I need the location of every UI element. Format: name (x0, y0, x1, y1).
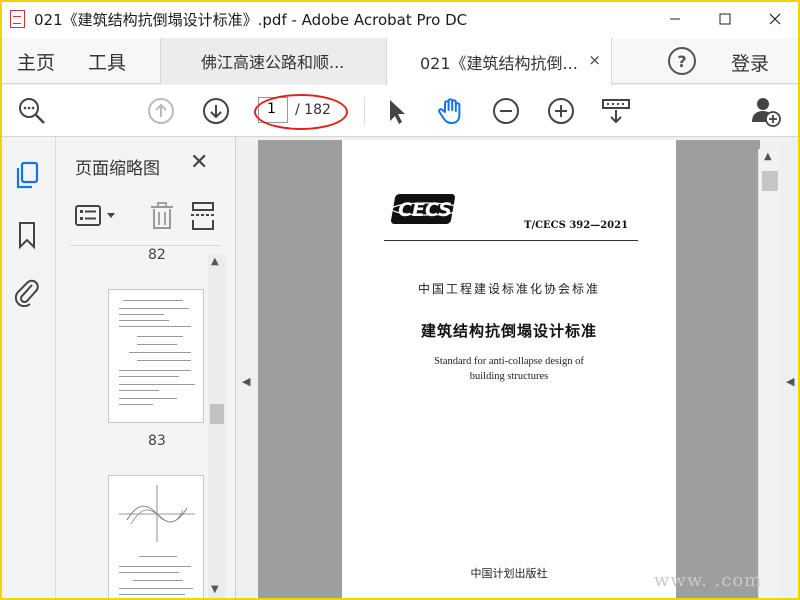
acrobat-app-icon (8, 8, 28, 30)
tab-document-2[interactable]: 021《建筑结构抗倒... × (386, 38, 612, 85)
cecs-logo-text: CECS (398, 199, 452, 221)
thumbnails-panel-title: 页面缩略图 (75, 159, 160, 179)
bookmarks-panel-button[interactable] (12, 220, 42, 250)
close-window-button[interactable] (750, 0, 800, 38)
tab-document-1-label: 佛江高速公路和顺... (201, 53, 345, 72)
select-arrow-icon (390, 100, 405, 124)
zoom-search-button[interactable] (16, 95, 48, 127)
document-scroll-thumb[interactable] (762, 171, 778, 191)
hand-tool-button[interactable] (435, 95, 467, 127)
page-extract-icon (191, 202, 215, 230)
collapse-left-panel-icon[interactable]: ◀ (242, 375, 250, 388)
title-en-line-1: Standard for anti-collapse design of (434, 356, 584, 367)
maximize-icon (719, 13, 731, 25)
thumbnail-page-label: 83 (148, 433, 166, 449)
zoom-in-button[interactable] (545, 95, 577, 127)
cecs-logo: CECS (391, 194, 460, 224)
zoom-search-icon (19, 98, 45, 124)
tab-close-icon[interactable]: × (588, 51, 601, 69)
attachments-panel-button[interactable] (12, 277, 42, 307)
thumbnails-scroll-thumb[interactable] (210, 404, 224, 424)
watermark: www. .com (654, 570, 763, 591)
collapse-right-panel-icon[interactable]: ◀ (786, 375, 794, 388)
extract-page-button[interactable] (189, 201, 217, 231)
pdf-page[interactable]: CECS T/CECS 392—2021 中国工程建设标准化协会标准 建筑结构抗… (342, 140, 676, 600)
tab-home[interactable]: 主页 (17, 38, 55, 84)
page-thumbnails-panel: 页面缩略图 ✕ 82 83 ▲ ▼ (56, 137, 236, 600)
title-en-line-2: building structures (469, 371, 549, 382)
zoom-out-icon (493, 98, 519, 124)
thumbnail-diagram (119, 485, 195, 542)
next-page-button[interactable] (200, 95, 232, 127)
publisher-name: 中国计划出版社 (470, 567, 548, 580)
tabs-bar: 主页 工具 佛江高速公路和顺... 021《建筑结构抗倒... × ? 登录 (0, 38, 800, 85)
title-bar: 021《建筑结构抗倒塌设计标准》.pdf - Adobe Acrobat Pro… (0, 0, 800, 38)
scroll-up-arrow-icon[interactable]: ▲ (211, 256, 219, 267)
thumbnail-page[interactable] (108, 475, 204, 600)
tab-tools[interactable]: 工具 (88, 38, 126, 84)
navigation-rail (0, 137, 56, 600)
thumbnails-scrollbar[interactable]: ▲ ▼ (208, 254, 226, 600)
association-name: 中国工程建设标准化协会标准 (417, 282, 600, 296)
window-controls (650, 0, 800, 38)
thumbnail-options-button[interactable] (74, 201, 120, 231)
thumbnails-close-icon[interactable]: ✕ (190, 150, 208, 175)
document-title-cn: 建筑结构抗倒塌设计标准 (420, 322, 597, 340)
bookmark-icon (19, 222, 35, 250)
thumbnail-page-label: 82 (148, 247, 166, 263)
page-down-icon (203, 98, 229, 124)
document-scrollbar[interactable]: ▲ (758, 149, 780, 600)
scroll-up-arrow-icon[interactable]: ▲ (764, 151, 772, 162)
fit-page-icon (602, 99, 630, 124)
red-annotation-circle (254, 94, 348, 130)
trash-icon (151, 202, 173, 229)
options-menu-icon (75, 205, 115, 226)
tab-document-1[interactable]: 佛江高速公路和顺... (160, 38, 386, 84)
maximize-button[interactable] (700, 0, 750, 38)
close-icon (769, 13, 781, 25)
add-user-icon (752, 98, 781, 127)
share-user-button[interactable] (750, 95, 782, 127)
zoom-in-icon (548, 98, 574, 124)
thumbnail-page[interactable] (108, 289, 204, 423)
fit-page-button[interactable] (600, 95, 632, 127)
document-viewer[interactable]: ◀ CECS T/CECS 392—2021 中国工程建设标准化协会标准 建筑结… (236, 137, 800, 600)
minimize-icon (670, 18, 680, 20)
window-title: 021《建筑结构抗倒塌设计标准》.pdf - Adobe Acrobat Pro… (34, 10, 468, 29)
page-margin-left (258, 140, 342, 600)
login-button[interactable]: 登录 (731, 49, 769, 76)
standard-code: T/CECS 392—2021 (524, 220, 629, 231)
thumbnails-toolbar (56, 197, 236, 237)
hand-icon (438, 98, 461, 124)
header-rule (384, 240, 638, 241)
help-button[interactable]: ? (668, 47, 696, 75)
toolbar: 1 / 182 (0, 85, 800, 137)
pages-panel-button[interactable] (12, 161, 42, 191)
previous-page-button[interactable] (145, 95, 177, 127)
scroll-down-arrow-icon[interactable]: ▼ (211, 584, 219, 595)
pages-icon (16, 161, 39, 189)
zoom-out-button[interactable] (490, 95, 522, 127)
thumbnails-divider (70, 245, 220, 246)
delete-page-button[interactable] (148, 201, 176, 231)
document-title-en: Standard for anti-collapse design of bui… (342, 354, 676, 384)
select-tool-button[interactable] (380, 95, 412, 127)
page-margin-right (676, 140, 760, 600)
page-up-icon (148, 98, 174, 124)
attachment-icon (14, 279, 39, 307)
toolbar-divider (364, 97, 365, 125)
tab-document-2-label: 021《建筑结构抗倒... (420, 53, 578, 73)
minimize-button[interactable] (650, 0, 700, 38)
